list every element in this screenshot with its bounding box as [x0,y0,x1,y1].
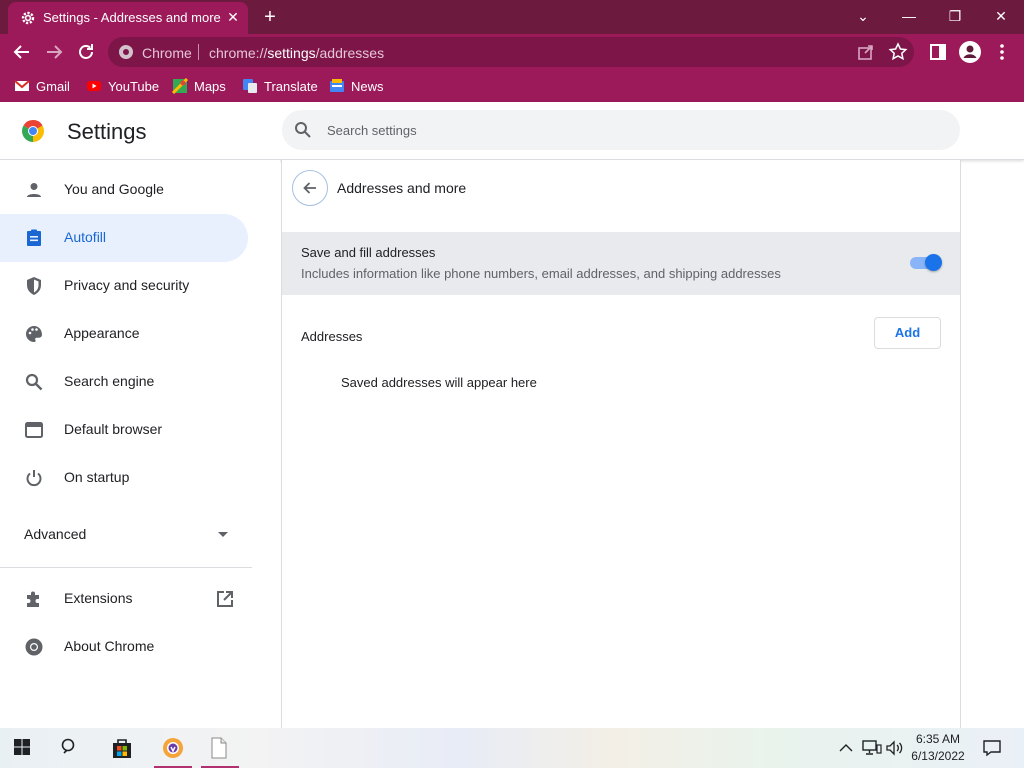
bookmark-gmail[interactable]: Gmail [14,77,70,95]
sidebar-item-you-and-google[interactable]: You and Google [0,166,248,214]
chrome-canary-icon [163,738,183,758]
addresses-card: Addresses and more Save and fill address… [281,160,961,728]
volume-icon[interactable] [885,740,905,756]
search-icon [61,738,75,754]
search-settings-input[interactable]: Search settings [282,110,960,150]
windows-logo-icon [14,739,30,755]
bookmark-news[interactable]: News [329,77,384,95]
settings-header: Settings Search settings [0,102,1024,160]
network-icon[interactable] [862,740,882,756]
chevron-down-icon [218,532,228,537]
title-bar: Settings - Addresses and more ✕ + ⌄ — ❐ … [0,0,1024,34]
news-icon [330,79,344,92]
windows-taskbar: 6:35 AM 6/13/2022 [0,728,1024,768]
chrome-site-icon [119,45,133,59]
chevron-up-icon[interactable] [838,741,854,755]
site-name: Chrome [142,45,192,61]
reload-icon[interactable] [74,40,98,64]
maps-icon [172,78,188,94]
settings-gear-icon [21,11,35,25]
chrome-logo-icon [22,120,44,142]
add-address-button[interactable]: Add [874,317,941,349]
tab-title: Settings - Addresses and more [43,10,221,25]
address-bar[interactable]: Chrome chrome://settings/addresses [108,37,914,67]
toggle-title: Save and fill addresses [301,245,436,260]
taskbar-store-button[interactable] [99,728,145,768]
sidebar-item-autofill[interactable]: Autofill [0,214,248,262]
sidebar-item-default-browser[interactable]: Default browser [0,406,248,454]
taskbar-file-button[interactable] [197,728,243,768]
clock-time[interactable]: 6:35 AM [912,732,964,746]
browser-toolbar: Chrome chrome://settings/addresses [0,34,1024,70]
more-menu-icon[interactable] [992,42,1012,62]
translate-icon [243,79,257,93]
sidebar-item-search-engine[interactable]: Search engine [0,358,248,406]
bookmark-translate[interactable]: Translate [242,77,318,95]
toggle-subtitle: Includes information like phone numbers,… [301,266,781,281]
bookmark-maps[interactable]: Maps [172,77,226,95]
empty-addresses-message: Saved addresses will appear here [341,375,537,390]
person-icon [27,183,41,197]
save-and-fill-addresses-row[interactable]: Save and fill addresses Includes informa… [282,232,960,295]
notifications-icon[interactable] [982,739,1002,757]
bookmark-star-icon[interactable] [888,42,908,62]
sidebar-item-on-startup[interactable]: On startup [0,454,248,502]
url-text: chrome://settings/addresses [209,45,385,61]
back-arrow-icon[interactable] [10,40,34,64]
new-tab-button[interactable]: + [260,7,280,27]
bookmark-youtube[interactable]: YouTube [86,77,159,95]
search-icon [295,122,311,138]
tab-close-icon[interactable]: ✕ [225,9,241,25]
clock-date[interactable]: 6/13/2022 [909,749,967,763]
bookmarks-bar: Gmail YouTube Maps Translate News [0,70,1024,102]
sidebar-item-extensions[interactable]: Extensions [0,575,248,623]
shield-icon [27,277,41,295]
taskbar-chrome-button[interactable] [150,728,196,768]
toggle-knob [925,254,942,271]
clipboard-icon [27,229,41,246]
profile-avatar-icon[interactable] [959,41,981,63]
start-button[interactable] [0,728,46,768]
omnibox-separator [198,44,199,60]
active-tab[interactable]: Settings - Addresses and more ✕ [8,2,248,34]
page-title: Addresses and more [337,180,467,196]
chrome-icon [25,638,43,656]
store-icon [113,739,131,758]
file-icon [211,737,227,759]
addresses-section-label: Addresses [301,329,363,344]
gmail-icon [14,80,30,91]
back-button[interactable] [292,170,328,206]
settings-title: Settings [67,119,147,144]
share-icon[interactable] [856,42,876,62]
search-icon [25,373,43,391]
sidebar-item-appearance[interactable]: Appearance [0,310,248,358]
minimize-button[interactable]: — [894,4,924,28]
sidebar-item-about-chrome[interactable]: About Chrome [0,623,248,671]
puzzle-icon [27,591,39,607]
tab-search-chevron-icon[interactable]: ⌄ [848,4,878,28]
sidebar-divider [0,567,252,568]
palette-icon [26,326,42,342]
sidebar-item-privacy-and-security[interactable]: Privacy and security [0,262,248,310]
restore-button[interactable]: ❐ [940,4,970,28]
browser-icon [25,422,43,438]
taskbar-search-button[interactable] [48,728,94,768]
close-window-button[interactable]: ✕ [986,4,1016,28]
forward-arrow-icon[interactable] [42,40,66,64]
sidebar-advanced-toggle[interactable]: Advanced [0,510,248,558]
search-placeholder: Search settings [327,123,417,138]
save-and-fill-addresses-toggle[interactable] [910,254,942,271]
open-in-new-icon [217,591,233,607]
side-panel-icon[interactable] [928,42,948,62]
settings-sidebar: You and Google Autofill Privacy and secu… [0,160,280,728]
youtube-icon [87,81,101,91]
back-arrow-icon [303,182,316,194]
power-icon [26,470,42,487]
